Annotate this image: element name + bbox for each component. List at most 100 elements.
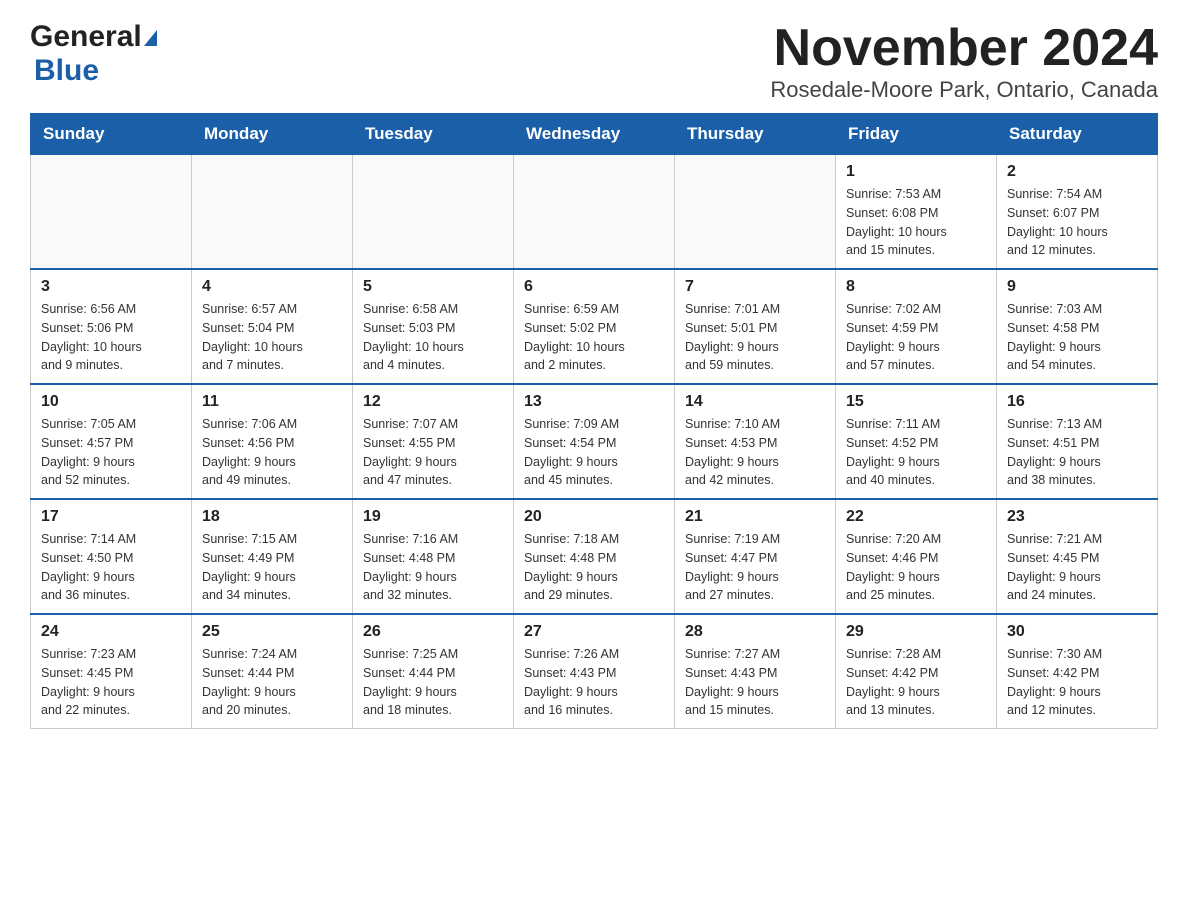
- day-info: Sunrise: 6:57 AMSunset: 5:04 PMDaylight:…: [202, 300, 342, 375]
- day-info: Sunrise: 7:06 AMSunset: 4:56 PMDaylight:…: [202, 415, 342, 490]
- col-sunday: Sunday: [31, 114, 192, 155]
- day-number: 13: [524, 393, 664, 411]
- day-number: 7: [685, 278, 825, 296]
- day-number: 25: [202, 623, 342, 641]
- table-row: 1 Sunrise: 7:53 AMSunset: 6:08 PMDaylight…: [836, 155, 997, 270]
- calendar-week-row: 3Sunrise: 6:56 AMSunset: 5:06 PMDaylight…: [31, 269, 1158, 384]
- day-info: Sunrise: 7:25 AMSunset: 4:44 PMDaylight:…: [363, 645, 503, 720]
- table-row: 20Sunrise: 7:18 AMSunset: 4:48 PMDayligh…: [514, 499, 675, 614]
- table-row: 6 Sunrise: 6:59 AMSunset: 5:02 PMDaylight…: [514, 269, 675, 384]
- table-row: 21 Sunrise: 7:19 AMSunset: 4:47 PMDayligh…: [675, 499, 836, 614]
- day-info: Sunrise: 7:13 AMSunset: 4:51 PMDaylight:…: [1007, 415, 1147, 490]
- day-number: 28: [685, 623, 825, 641]
- table-row: 27 Sunrise: 7:26 AMSunset: 4:43 PMDayligh…: [514, 614, 675, 729]
- day-number: 18: [202, 508, 342, 526]
- day-number: 1: [846, 163, 986, 181]
- col-monday: Monday: [192, 114, 353, 155]
- day-number: 30: [1007, 623, 1147, 641]
- day-number: 8: [846, 278, 986, 296]
- page-header: General Blue November 2024 Rosedale-Moor…: [30, 20, 1158, 103]
- day-number: 9: [1007, 278, 1147, 296]
- table-row: 23 Sunrise: 7:21 AMSunset: 4:45 PMDayligh…: [997, 499, 1158, 614]
- table-row: [192, 155, 353, 270]
- calendar-header-row: Sunday Monday Tuesday Wednesday Thursday…: [31, 114, 1158, 155]
- day-info: Sunrise: 7:21 AMSunset: 4:45 PMDaylight:…: [1007, 530, 1147, 605]
- day-info: Sunrise: 7:10 AMSunset: 4:53 PMDaylight:…: [685, 415, 825, 490]
- day-number: 15: [846, 393, 986, 411]
- table-row: 14 Sunrise: 7:10 AMSunset: 4:53 PMDayligh…: [675, 384, 836, 499]
- table-row: 25 Sunrise: 7:24 AMSunset: 4:44 PMDayligh…: [192, 614, 353, 729]
- day-info: Sunrise: 6:59 AMSunset: 5:02 PMDaylight:…: [524, 300, 664, 375]
- day-info: Sunrise: 7:16 AMSunset: 4:48 PMDaylight:…: [363, 530, 503, 605]
- table-row: 16 Sunrise: 7:13 AMSunset: 4:51 PMDayligh…: [997, 384, 1158, 499]
- col-saturday: Saturday: [997, 114, 1158, 155]
- title-block: November 2024 Rosedale-Moore Park, Ontar…: [770, 20, 1158, 103]
- day-number: 14: [685, 393, 825, 411]
- day-info: Sunrise: 7:14 AMSunset: 4:50 PMDaylight:…: [41, 530, 181, 605]
- day-number: 10: [41, 393, 181, 411]
- day-number: 12: [363, 393, 503, 411]
- calendar-week-row: 1 Sunrise: 7:53 AMSunset: 6:08 PMDaylight…: [31, 155, 1158, 270]
- table-row: 28Sunrise: 7:27 AMSunset: 4:43 PMDayligh…: [675, 614, 836, 729]
- day-info: Sunrise: 7:19 AMSunset: 4:47 PMDaylight:…: [685, 530, 825, 605]
- table-row: 17 Sunrise: 7:14 AMSunset: 4:50 PMDayligh…: [31, 499, 192, 614]
- table-row: 11Sunrise: 7:06 AMSunset: 4:56 PMDayligh…: [192, 384, 353, 499]
- col-friday: Friday: [836, 114, 997, 155]
- day-number: 27: [524, 623, 664, 641]
- day-info: Sunrise: 7:20 AMSunset: 4:46 PMDaylight:…: [846, 530, 986, 605]
- table-row: 9 Sunrise: 7:03 AMSunset: 4:58 PMDaylight…: [997, 269, 1158, 384]
- table-row: 13Sunrise: 7:09 AMSunset: 4:54 PMDayligh…: [514, 384, 675, 499]
- day-number: 24: [41, 623, 181, 641]
- table-row: [31, 155, 192, 270]
- table-row: 8 Sunrise: 7:02 AMSunset: 4:59 PMDaylight…: [836, 269, 997, 384]
- table-row: 3Sunrise: 6:56 AMSunset: 5:06 PMDaylight…: [31, 269, 192, 384]
- day-number: 22: [846, 508, 986, 526]
- day-info: Sunrise: 6:56 AMSunset: 5:06 PMDaylight:…: [41, 300, 181, 375]
- table-row: 7 Sunrise: 7:01 AMSunset: 5:01 PMDaylight…: [675, 269, 836, 384]
- day-info: Sunrise: 7:15 AMSunset: 4:49 PMDaylight:…: [202, 530, 342, 605]
- table-row: 22 Sunrise: 7:20 AMSunset: 4:46 PMDayligh…: [836, 499, 997, 614]
- day-info: Sunrise: 7:01 AMSunset: 5:01 PMDaylight:…: [685, 300, 825, 375]
- day-info: Sunrise: 7:07 AMSunset: 4:55 PMDaylight:…: [363, 415, 503, 490]
- calendar-subtitle: Rosedale-Moore Park, Ontario, Canada: [770, 77, 1158, 103]
- day-info: Sunrise: 7:11 AMSunset: 4:52 PMDaylight:…: [846, 415, 986, 490]
- calendar-week-row: 24 Sunrise: 7:23 AMSunset: 4:45 PMDayligh…: [31, 614, 1158, 729]
- table-row: 10 Sunrise: 7:05 AMSunset: 4:57 PMDayligh…: [31, 384, 192, 499]
- day-number: 4: [202, 278, 342, 296]
- day-info: Sunrise: 7:26 AMSunset: 4:43 PMDaylight:…: [524, 645, 664, 720]
- table-row: 4 Sunrise: 6:57 AMSunset: 5:04 PMDaylight…: [192, 269, 353, 384]
- calendar-week-row: 17 Sunrise: 7:14 AMSunset: 4:50 PMDayligh…: [31, 499, 1158, 614]
- table-row: 24 Sunrise: 7:23 AMSunset: 4:45 PMDayligh…: [31, 614, 192, 729]
- day-number: 23: [1007, 508, 1147, 526]
- col-wednesday: Wednesday: [514, 114, 675, 155]
- day-number: 16: [1007, 393, 1147, 411]
- day-number: 6: [524, 278, 664, 296]
- day-info: Sunrise: 7:03 AMSunset: 4:58 PMDaylight:…: [1007, 300, 1147, 375]
- table-row: 5 Sunrise: 6:58 AMSunset: 5:03 PMDaylight…: [353, 269, 514, 384]
- day-number: 21: [685, 508, 825, 526]
- col-tuesday: Tuesday: [353, 114, 514, 155]
- day-info: Sunrise: 7:24 AMSunset: 4:44 PMDaylight:…: [202, 645, 342, 720]
- logo-general-text: General: [30, 20, 142, 54]
- table-row: 30 Sunrise: 7:30 AMSunset: 4:42 PMDayligh…: [997, 614, 1158, 729]
- table-row: 15 Sunrise: 7:11 AMSunset: 4:52 PMDayligh…: [836, 384, 997, 499]
- day-info: Sunrise: 7:53 AMSunset: 6:08 PMDaylight:…: [846, 185, 986, 260]
- day-number: 5: [363, 278, 503, 296]
- day-number: 17: [41, 508, 181, 526]
- table-row: [514, 155, 675, 270]
- calendar-week-row: 10 Sunrise: 7:05 AMSunset: 4:57 PMDayligh…: [31, 384, 1158, 499]
- table-row: [675, 155, 836, 270]
- table-row: 29Sunrise: 7:28 AMSunset: 4:42 PMDayligh…: [836, 614, 997, 729]
- day-info: Sunrise: 6:58 AMSunset: 5:03 PMDaylight:…: [363, 300, 503, 375]
- day-number: 26: [363, 623, 503, 641]
- day-info: Sunrise: 7:23 AMSunset: 4:45 PMDaylight:…: [41, 645, 181, 720]
- day-info: Sunrise: 7:05 AMSunset: 4:57 PMDaylight:…: [41, 415, 181, 490]
- day-info: Sunrise: 7:02 AMSunset: 4:59 PMDaylight:…: [846, 300, 986, 375]
- day-number: 29: [846, 623, 986, 641]
- table-row: 19 Sunrise: 7:16 AMSunset: 4:48 PMDayligh…: [353, 499, 514, 614]
- day-number: 19: [363, 508, 503, 526]
- day-info: Sunrise: 7:30 AMSunset: 4:42 PMDaylight:…: [1007, 645, 1147, 720]
- table-row: 12 Sunrise: 7:07 AMSunset: 4:55 PMDayligh…: [353, 384, 514, 499]
- logo-blue-text: Blue: [34, 54, 99, 87]
- day-number: 20: [524, 508, 664, 526]
